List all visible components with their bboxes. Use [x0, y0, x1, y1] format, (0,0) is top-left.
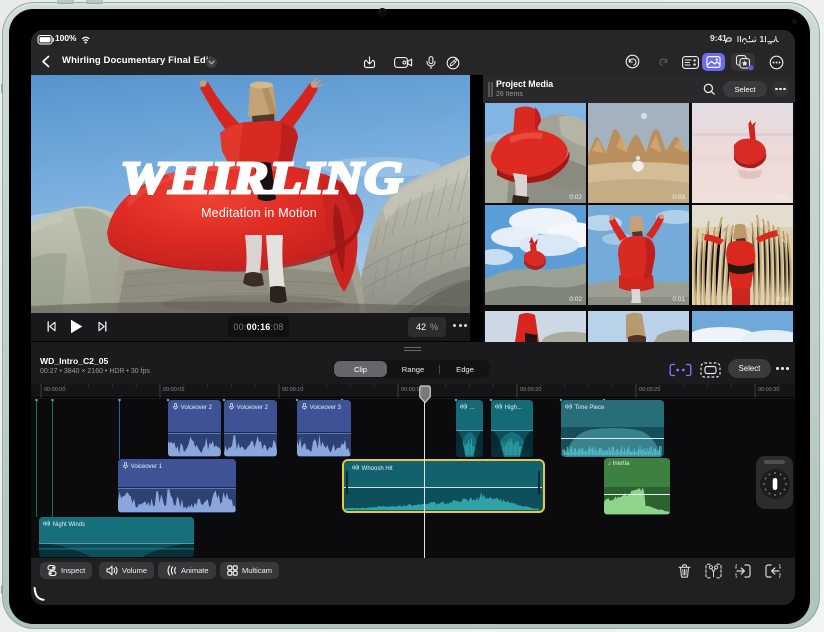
svg-text:WHIRLING: WHIRLING	[121, 152, 404, 203]
svg-text:Meditation in Motion: Meditation in Motion	[201, 206, 317, 220]
svg-text:0:03: 0:03	[672, 194, 685, 201]
svg-text:0:02: 0:02	[569, 296, 582, 303]
svg-text:0:10: 0:10	[776, 296, 789, 303]
svg-text:0:01: 0:01	[672, 296, 685, 303]
svg-text:0:02: 0:02	[569, 194, 582, 201]
svg-text:1: 1	[760, 34, 765, 44]
svg-text:0:02: 0:02	[776, 194, 789, 201]
